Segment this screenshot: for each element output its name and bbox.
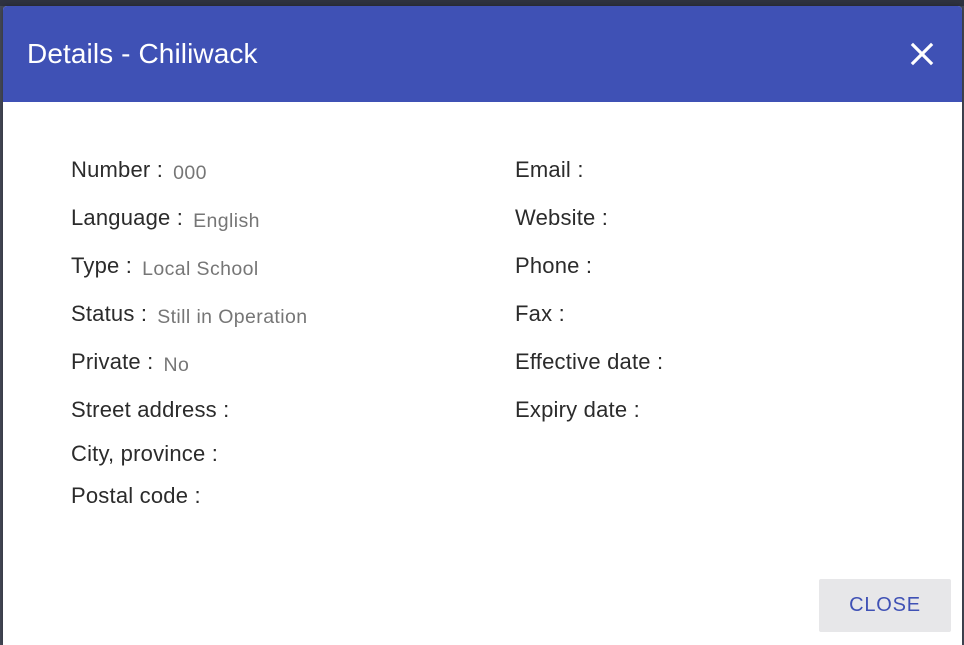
dialog-title: Details - Chiliwack (27, 38, 258, 69)
field-value: English (193, 210, 260, 232)
field-phone: Phone : (515, 252, 602, 283)
field-postal-code: Postal code : (71, 482, 211, 513)
field-type: Type : Local School (71, 252, 259, 283)
field-value: Local School (142, 258, 259, 280)
close-button[interactable]: CLOSE (819, 579, 951, 632)
field-value: Still in Operation (157, 306, 308, 328)
details-dialog: Details - Chiliwack Number : 000 Language… (3, 6, 962, 645)
field-label: Street address : (71, 397, 230, 422)
field-website: Website : (515, 204, 618, 235)
field-label: Language : (71, 205, 184, 230)
field-label: City, province : (71, 441, 219, 466)
field-label: Type : (71, 253, 133, 278)
field-label: Postal code : (71, 483, 201, 508)
field-number: Number : 000 (71, 156, 207, 187)
dialog-header: Details - Chiliwack (3, 6, 962, 102)
field-expiry-date: Expiry date : (515, 396, 650, 427)
field-fax: Fax : (515, 300, 575, 331)
field-label: Email : (515, 157, 584, 182)
field-label: Status : (71, 301, 148, 326)
field-effective-date: Effective date : (515, 348, 673, 379)
field-language: Language : English (71, 204, 260, 235)
field-label: Private : (71, 349, 154, 374)
field-label: Website : (515, 205, 609, 230)
field-label: Fax : (515, 301, 565, 326)
field-value: No (163, 354, 190, 376)
field-city-province: City, province : (71, 440, 228, 471)
field-label: Phone : (515, 253, 593, 278)
field-label: Effective date : (515, 349, 664, 374)
field-value: 000 (173, 162, 207, 184)
field-status: Status : Still in Operation (71, 300, 307, 331)
close-icon[interactable] (904, 36, 940, 72)
field-street-address: Street address : (71, 396, 240, 427)
field-email: Email : (515, 156, 594, 187)
field-label: Expiry date : (515, 397, 640, 422)
field-label: Number : (71, 157, 164, 182)
field-private: Private : No (71, 348, 189, 379)
